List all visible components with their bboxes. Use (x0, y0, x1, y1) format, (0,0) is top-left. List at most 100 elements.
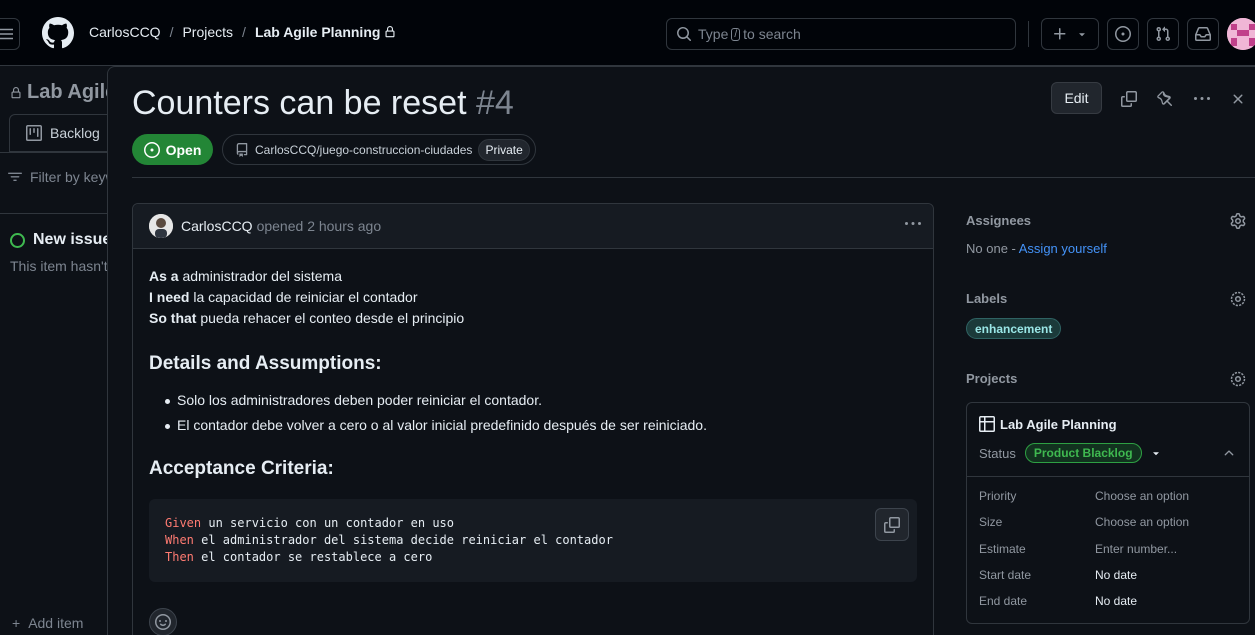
visibility-badge: Private (478, 138, 530, 161)
add-reaction-button[interactable] (149, 608, 177, 635)
project-name[interactable]: Lab Agile Planning (979, 416, 1117, 432)
project-card: Lab Agile Planning Status Product Blackl… (966, 402, 1250, 624)
filter-input[interactable]: Filter by keyword or by field (8, 169, 108, 185)
pin-button[interactable] (1153, 87, 1177, 111)
github-logo-icon[interactable] (42, 17, 74, 49)
add-item-button[interactable]: + Add item (12, 615, 83, 631)
status-dropdown-button[interactable] (1150, 447, 1162, 459)
inbox-button[interactable] (1187, 18, 1219, 50)
collapse-project-button[interactable] (1222, 446, 1236, 460)
field-estimate[interactable]: Estimate Enter number... (979, 542, 1239, 556)
issue-title: Counters can be reset #4 (132, 84, 514, 123)
board-issue-title: New issue (33, 231, 108, 248)
issue-number: #4 (475, 84, 514, 122)
close-panel-button[interactable] (1226, 87, 1250, 111)
assignees-value: No one - Assign yourself (966, 241, 1107, 256)
field-value[interactable]: Choose an option (1095, 515, 1189, 529)
comment-header: CarlosCCQ opened 2 hours ago (133, 204, 933, 249)
project-status-row: Status Product Blacklog (979, 443, 1162, 463)
user-avatar[interactable] (1227, 18, 1255, 50)
search-placeholder: Type (698, 26, 729, 42)
breadcrumb-separator: / (242, 24, 246, 40)
filter-divider (0, 213, 108, 214)
copy-code-button[interactable] (875, 508, 909, 541)
chevron-up-icon (1224, 450, 1234, 456)
board-issue-subtitle: This item hasn't been started (10, 258, 108, 274)
pin-icon (1157, 91, 1173, 107)
search-input[interactable]: Type / to search (666, 18, 1016, 50)
labels-settings-button[interactable] (1230, 291, 1246, 307)
issue-side-panel: Counters can be reset #4 Edit Open Carlo… (107, 66, 1255, 635)
code-text: un servicio con un contador en uso (201, 516, 454, 530)
user-story-line: As a administrador del sistema (149, 266, 919, 287)
board-issue-item[interactable]: New issue (10, 231, 108, 249)
issue-body-comment: CarlosCCQ opened 2 hours ago As a admini… (132, 203, 934, 635)
status-badge[interactable]: Product Blacklog (1024, 443, 1142, 463)
field-label: Estimate (979, 542, 1026, 556)
field-value[interactable]: No date (1095, 594, 1137, 608)
pull-requests-button[interactable] (1147, 18, 1179, 50)
copy-icon (884, 516, 900, 533)
issue-open-icon (10, 232, 25, 248)
edit-title-button[interactable]: Edit (1051, 82, 1102, 114)
search-shortcut-key: / (731, 27, 741, 41)
breadcrumb-project[interactable]: Lab Agile Planning (255, 24, 381, 40)
field-size[interactable]: Size Choose an option (979, 515, 1239, 529)
git-pull-request-icon (1156, 26, 1171, 42)
project-card-divider (967, 476, 1249, 477)
breadcrumb-projects[interactable]: Projects (182, 24, 233, 40)
field-start-date[interactable]: Start date No date (979, 568, 1239, 582)
code-line: Given un servicio con un contador en uso (165, 515, 901, 532)
story-text: administrador del sistema (182, 268, 342, 284)
lock-icon (384, 26, 396, 38)
copy-icon (1121, 91, 1137, 107)
story-key: As a (149, 268, 179, 284)
tab-backlog-label: Backlog (50, 125, 100, 141)
create-new-button[interactable] (1041, 18, 1099, 50)
code-keyword: Given (165, 516, 202, 530)
details-list: Solo los administradores deben poder rei… (149, 390, 919, 436)
gear-icon (1230, 291, 1246, 307)
global-header: CarlosCCQ / Projects / Lab Agile Plannin… (0, 0, 1255, 66)
menu-button[interactable] (0, 18, 20, 50)
field-value[interactable]: Enter number... (1095, 542, 1177, 556)
field-value[interactable]: Choose an option (1095, 489, 1189, 503)
projects-settings-button[interactable] (1230, 371, 1246, 387)
comment-author[interactable]: CarlosCCQ (181, 218, 253, 234)
assignees-settings-button[interactable] (1230, 213, 1246, 229)
tab-backlog[interactable]: Backlog (9, 114, 108, 152)
comment-options-button[interactable] (905, 216, 921, 232)
projects-heading: Projects (966, 371, 1018, 386)
code-keyword: When (165, 533, 194, 547)
author-avatar[interactable] (149, 214, 173, 238)
acceptance-heading: Acceptance Criteria: (149, 458, 334, 479)
assign-yourself-link[interactable]: Assign yourself (1019, 241, 1107, 256)
more-options-button[interactable] (1190, 87, 1214, 111)
story-text: pueda rehacer el conteo desde el princip… (200, 310, 465, 326)
project-name-text: Lab Agile Planning (1000, 416, 1117, 432)
close-icon (1233, 94, 1243, 104)
user-story-line: So that pueda rehacer el conteo desde el… (149, 308, 919, 329)
filter-placeholder: Filter by keyword or by field (30, 169, 108, 185)
issue-opened-icon (1115, 26, 1131, 42)
header-divider (132, 177, 1255, 178)
field-end-date[interactable]: End date No date (979, 594, 1239, 608)
status-label: Status (979, 445, 1016, 461)
field-priority[interactable]: Priority Choose an option (979, 489, 1239, 503)
label-enhancement[interactable]: enhancement (966, 318, 1062, 339)
list-item: El contador debe volver a cero o al valo… (149, 415, 919, 436)
issue-opened-icon (143, 141, 160, 158)
comment-timestamp[interactable]: 2 hours ago (307, 218, 381, 234)
repository-link[interactable]: CarlosCCQ/juego-construccion-ciudades Pr… (222, 134, 536, 165)
hamburger-icon (0, 28, 13, 40)
copy-link-button[interactable] (1117, 87, 1141, 111)
project-board-icon (26, 125, 42, 141)
breadcrumb-owner[interactable]: CarlosCCQ (89, 24, 161, 40)
field-value[interactable]: No date (1095, 568, 1137, 582)
code-block: Given un servicio con un contador en uso… (149, 499, 917, 582)
assignees-heading: Assignees (966, 213, 1032, 228)
gear-icon (1230, 213, 1246, 229)
issues-button[interactable] (1107, 18, 1139, 50)
code-line: When el administrador del sistema decide… (165, 532, 901, 549)
repo-icon (236, 142, 248, 157)
